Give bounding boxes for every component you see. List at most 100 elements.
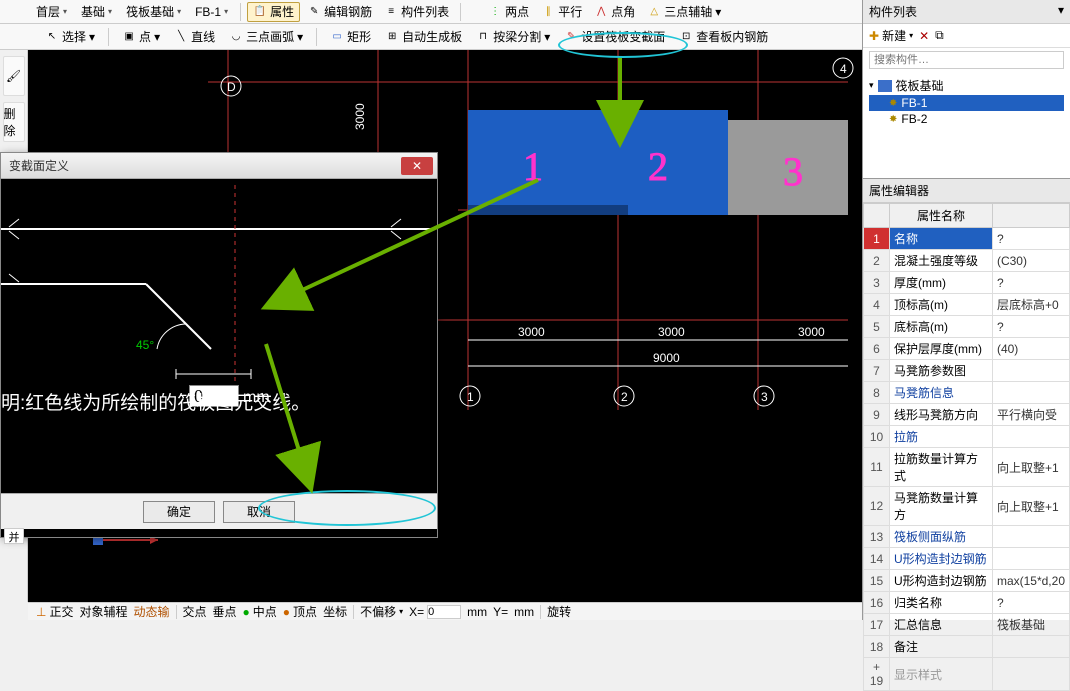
x-input[interactable] [427, 605, 461, 619]
property-row[interactable]: 8马凳筋信息 [864, 382, 1070, 404]
ortho-toggle[interactable]: ⊥正交 [36, 603, 73, 620]
brush-tool[interactable]: 🖌 [3, 56, 25, 96]
auto-gen-button[interactable]: ⊞自动生成板 [380, 27, 467, 47]
point-icon: ▣ [122, 30, 136, 44]
property-row[interactable]: 12马凳筋数量计算方向上取整+1 [864, 487, 1070, 526]
property-row[interactable]: 14U形构造封边钢筋 [864, 548, 1070, 570]
point-button[interactable]: ▣点▾ [117, 27, 165, 47]
view-rebar-button[interactable]: ⊡查看板内钢筋 [674, 27, 773, 47]
new-button[interactable]: ✚新建▾ [869, 27, 913, 44]
component-dropdown[interactable]: FB-1▾ [189, 2, 234, 22]
offset-dropdown[interactable]: 不偏移▾ [360, 603, 403, 620]
subtype-dropdown[interactable]: 筏板基础▾ [120, 2, 187, 22]
property-row[interactable]: 6保护层厚度(mm)(40) [864, 338, 1070, 360]
rotate-button[interactable]: 旋转 [547, 603, 571, 620]
property-row[interactable]: 10拉筋 [864, 426, 1070, 448]
coord-toggle[interactable]: 坐标 [323, 603, 347, 620]
property-row[interactable]: 15U形构造封边钢筋max(15*d,20 [864, 570, 1070, 592]
attributes-button[interactable]: 📋属性 [247, 2, 300, 22]
property-row[interactable]: 18备注 [864, 636, 1070, 658]
dialog-title: 变截面定义 [9, 157, 69, 174]
split-beam-button[interactable]: ⊓按梁分割▾ [471, 27, 555, 47]
three-point-aux-button[interactable]: △三点辅轴▾ [642, 2, 726, 22]
split-icon: ⊓ [476, 30, 490, 44]
intersection-toggle[interactable]: 交点 [183, 603, 207, 620]
edit-rebar-icon: ✎ [307, 5, 321, 19]
edit-rebar-button[interactable]: ✎编辑钢筋 [302, 2, 377, 22]
tree-item-fb2[interactable]: ✸FB-2 [869, 111, 1064, 127]
property-row[interactable]: 7马凳筋参数图 [864, 360, 1070, 382]
arc3-button[interactable]: ◡三点画弧▾ [224, 27, 308, 47]
copy-button[interactable]: ⧉ [935, 28, 944, 43]
svg-text:4: 4 [840, 62, 847, 76]
section-icon: ✎ [564, 30, 578, 44]
set-section-button[interactable]: ✎设置筏板变截面 [559, 27, 670, 47]
svg-text:3000: 3000 [353, 103, 367, 130]
point-angle-icon: ⋀ [594, 5, 608, 19]
svg-text:3: 3 [783, 149, 803, 194]
property-row[interactable]: 3厚度(mm)? [864, 272, 1070, 294]
select-button[interactable]: ↖选择▾ [40, 27, 100, 47]
new-icon: ✚ [869, 29, 879, 43]
merge-tool[interactable]: 并 [4, 528, 24, 544]
rect-icon: ▭ [330, 30, 344, 44]
dialog-titlebar[interactable]: 变截面定义 ✕ [1, 153, 437, 179]
vertex-toggle[interactable]: ●顶点 [283, 603, 317, 620]
component-list-title: 构件列表▾ [863, 0, 1070, 24]
midpoint-toggle[interactable]: ●中点 [243, 603, 277, 620]
dialog-close-button[interactable]: ✕ [401, 157, 433, 175]
component-tree: ▾筏板基础 ✸FB-1 ✸FB-2 [863, 72, 1070, 178]
close-icon: ✕ [412, 159, 422, 173]
point-angle-button[interactable]: ⋀点角 [589, 2, 640, 22]
property-row[interactable]: 5底标高(m)? [864, 316, 1070, 338]
property-row[interactable]: 1名称? [864, 228, 1070, 250]
line-button[interactable]: ╲直线 [169, 27, 220, 47]
status-bar: ⊥正交 对象辅程 动态输 交点 垂点 ●中点 ●顶点 坐标 不偏移▾ X= mm… [28, 602, 862, 620]
svg-text:45°: 45° [136, 338, 154, 352]
tree-item-fb1[interactable]: ✸FB-1 [869, 95, 1064, 111]
component-search-input[interactable] [869, 51, 1064, 69]
property-row[interactable]: 13筏板侧面纵筋 [864, 526, 1070, 548]
x-coord: X= [409, 605, 461, 619]
property-row[interactable]: 11拉筋数量计算方式向上取整+1 [864, 448, 1070, 487]
dialog-note: 明:红色线为所绘制的筏板图元交线。 [1, 380, 316, 415]
properties-title: 属性编辑器 [863, 179, 1070, 203]
parallel-icon: ∥ [541, 5, 555, 19]
property-row[interactable]: 16归类名称? [864, 592, 1070, 614]
tree-root[interactable]: ▾筏板基础 [869, 76, 1064, 95]
dynamic-input-toggle[interactable]: 动态输 [133, 603, 169, 620]
property-row[interactable]: 9线形马凳筋方向平行横向受 [864, 404, 1070, 426]
cancel-button[interactable]: 取消 [223, 501, 295, 523]
mm-label: mm [467, 605, 487, 619]
svg-text:3: 3 [761, 390, 768, 404]
cursor-icon: ↖ [45, 30, 59, 44]
component-list-button[interactable]: ≡构件列表 [379, 2, 454, 22]
properties-table: 属性名称 1名称?2混凝土强度等级(C30)3厚度(mm)?4顶标高(m)层底标… [863, 203, 1070, 691]
property-row[interactable]: 4顶标高(m)层底标高+0 [864, 294, 1070, 316]
perpendicular-toggle[interactable]: 垂点 [213, 603, 237, 620]
svg-text:2: 2 [648, 144, 668, 189]
folder-icon [878, 80, 892, 92]
dialog-body: 45° mm 明:红色线为所绘制的筏板图元交线。 [1, 179, 437, 479]
delete-tool[interactable]: 删除 [3, 102, 25, 142]
dialog-buttons: 确定 取消 [1, 493, 437, 529]
svg-text:2: 2 [621, 390, 628, 404]
type-dropdown[interactable]: 基础▾ [75, 2, 118, 22]
view-icon: ⊡ [679, 30, 693, 44]
ok-button[interactable]: 确定 [143, 501, 215, 523]
list-icon: ≡ [384, 5, 398, 19]
two-point-button[interactable]: ⋮两点 [483, 2, 534, 22]
delete-entry-button[interactable]: ✕ [919, 29, 929, 43]
svg-text:D: D [227, 80, 236, 94]
property-row[interactable]: 17汇总信息筏板基础 [864, 614, 1070, 636]
parallel-button[interactable]: ∥平行 [536, 2, 587, 22]
property-row[interactable]: + 19显示样式 [864, 658, 1070, 691]
y-coord: Y= [493, 605, 508, 619]
panel-dropdown-icon[interactable]: ▾ [1058, 3, 1064, 17]
property-row[interactable]: 2混凝土强度等级(C30) [864, 250, 1070, 272]
section-definition-dialog: 变截面定义 ✕ 45° mm 明:红色线为所绘制的筏板图元交线。 确定 取消 [0, 152, 438, 538]
floor-dropdown[interactable]: 首层▾ [30, 2, 73, 22]
autogen-icon: ⊞ [385, 30, 399, 44]
rect-button[interactable]: ▭矩形 [325, 27, 376, 47]
snap-toggle[interactable]: 对象辅程 [79, 603, 127, 620]
